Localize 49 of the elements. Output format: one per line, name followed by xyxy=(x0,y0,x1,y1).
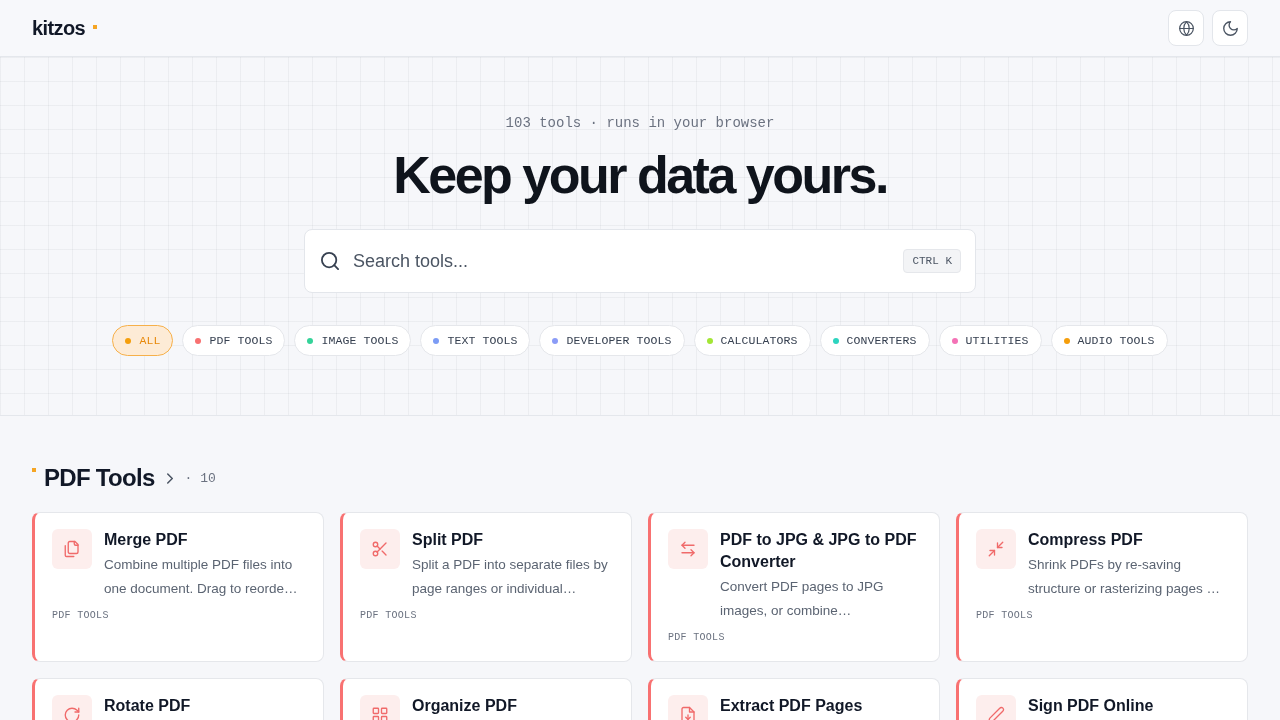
square-marker-icon xyxy=(32,468,36,472)
tool-title: Extract PDF Pages xyxy=(720,696,864,716)
tool-title: Sign PDF Online xyxy=(1028,696,1155,716)
language-button[interactable] xyxy=(1168,10,1204,46)
files-icon xyxy=(52,529,92,569)
chevron-right-icon xyxy=(166,472,173,484)
category-chip[interactable]: UTILITIES xyxy=(938,325,1042,356)
tool-card[interactable]: Merge PDF Combine multiple PDF files into one document. Drag to reorde… PDF TOOLS xyxy=(32,512,324,662)
search-icon xyxy=(321,252,339,270)
category-chip[interactable]: TEXT TOOLS xyxy=(420,325,531,356)
tool-description: Shrink PDFs by re-saving structure or rasterizing pages … xyxy=(1028,556,1222,598)
tool-description: Convert PDF pages to JPG images, or combine… xyxy=(720,578,885,620)
hero-caption: 103 tools · runs in your browser xyxy=(505,114,775,133)
tool-card[interactable]: PDF to JPG & JPG to PDF Converter Convert PDF pages to JPG images, or combine… PDF TOOLS xyxy=(648,512,940,662)
category-chip[interactable]: CONVERTERS xyxy=(819,325,930,356)
tool-count: · 10 xyxy=(184,470,216,486)
category-chip[interactable]: PDF TOOLS xyxy=(182,325,286,356)
tool-title: Split PDF xyxy=(412,530,485,550)
scissors-icon xyxy=(360,529,400,569)
section-title-link[interactable]: PDF Tools xyxy=(44,462,173,494)
category-chip[interactable]: DEVELOPER TOOLS xyxy=(539,325,685,356)
tool-card[interactable]: Rotate PDF xyxy=(32,678,324,720)
logo-text[interactable]: kitzos xyxy=(32,16,86,40)
tool-title: Merge PDF xyxy=(104,530,189,550)
tool-card[interactable]: Extract PDF Pages xyxy=(648,678,940,720)
category-chip[interactable]: CALCULATORS xyxy=(693,325,811,356)
hero-title: Keep your data yours. xyxy=(393,145,887,205)
theme-toggle-button[interactable] xyxy=(1212,10,1248,46)
tool-title: Rotate PDF xyxy=(104,696,192,716)
category-chip[interactable]: IMAGE TOOLS xyxy=(294,325,412,356)
tool-card[interactable]: Organize PDF xyxy=(340,678,632,720)
category-tag: PDF TOOLS xyxy=(668,631,921,645)
category-tag: PDF TOOLS xyxy=(52,609,305,623)
tool-title: PDF to JPG & JPG to PDF Converter xyxy=(720,530,918,572)
keyboard-shortcut: CTRL K xyxy=(903,249,961,273)
category-chip[interactable]: AUDIO TOOLS xyxy=(1050,325,1168,356)
tool-description: Split a PDF into separate files by page ranges or individual… xyxy=(412,556,609,598)
swap-arrows-icon xyxy=(668,529,708,569)
tool-description: Combine multiple PDF files into one document. Drag to reorde… xyxy=(104,556,299,598)
tool-title: Organize PDF xyxy=(412,696,518,716)
category-tag: PDF TOOLS xyxy=(360,609,613,623)
moon-icon xyxy=(1222,20,1238,36)
tool-title: Compress PDF xyxy=(1028,530,1144,550)
category-tag: PDF TOOLS xyxy=(976,609,1229,623)
tool-card[interactable]: Compress PDF Shrink PDFs by re-saving structure or rasterizing pages … PDF TOOLS xyxy=(956,512,1248,662)
globe-icon xyxy=(1178,20,1194,36)
shrink-arrows-icon xyxy=(976,529,1016,569)
tool-card[interactable]: Split PDF Split a PDF into separate files by page ranges or individual… PDF TOOLS xyxy=(340,512,632,662)
tool-card[interactable]: Sign PDF Online xyxy=(956,678,1248,720)
